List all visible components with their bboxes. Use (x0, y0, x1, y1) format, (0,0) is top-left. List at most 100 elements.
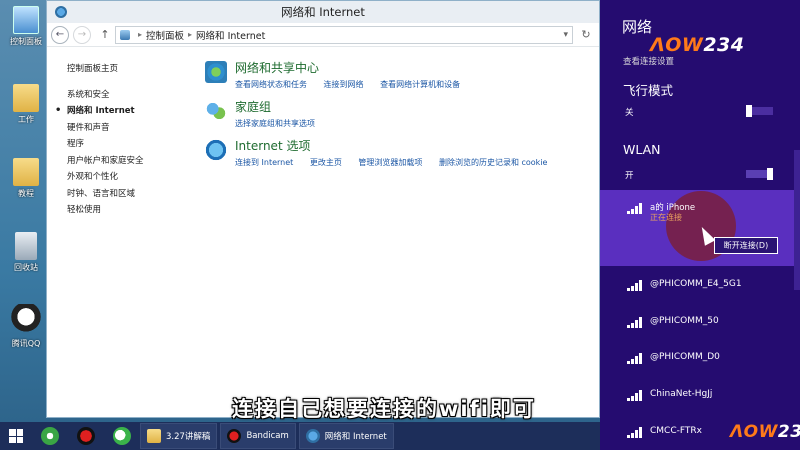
category-title[interactable]: 家庭组 (235, 98, 329, 115)
category-network-sharing: 网络和共享中心 查看网络状态和任务 连接到网络 查看网络计算机和设备 (205, 59, 599, 90)
breadcrumb-control-panel[interactable]: 控制面板 (146, 28, 184, 42)
nav-item-network[interactable]: 网络和 Internet (55, 103, 195, 120)
left-navigation: 控制面板主页 系统和安全 网络和 Internet 硬件和声音 程序 用户帐户和… (47, 47, 195, 219)
wifi-signal-icon (627, 316, 645, 328)
watermark-logo: ΛOW234 (650, 34, 745, 56)
desktop-icon-label: 腾讯QQ (11, 339, 41, 348)
network-item-selected[interactable]: a的 iPhone 正在连接 断开连接(D) (600, 190, 800, 266)
chevron-right-icon: ▸ (188, 30, 193, 39)
wifi-signal-icon (627, 352, 645, 364)
up-arrow-icon[interactable]: ↑ (99, 28, 111, 41)
category-homegroup: 家庭组 选择家庭组和共享选项 (205, 98, 599, 129)
back-button[interactable]: ← (51, 25, 69, 44)
wifi-signal-icon (627, 389, 645, 401)
record-icon (77, 427, 95, 445)
category-title[interactable]: Internet 选项 (235, 137, 561, 154)
window-title: 网络和 Internet (281, 5, 365, 19)
category-internet-options: Internet 选项 连接到 Internet 更改主页 管理浏览器加载项 删… (205, 137, 599, 168)
desktop-icon-qq[interactable]: 腾讯QQ (6, 304, 46, 349)
disconnect-button[interactable]: 断开连接(D) (714, 237, 778, 254)
desktop-icon-label: 教程 (18, 189, 34, 198)
network-list-item[interactable]: @PHICOMM_D0 (650, 352, 720, 362)
link-manage-addons[interactable]: 管理浏览器加载项 (358, 158, 422, 167)
taskbar-bandicam[interactable]: Bandicam (220, 423, 296, 449)
taskbar-folder-window[interactable]: 3.27讲解稿 (140, 423, 218, 449)
desktop-icon-tutorial-folder[interactable]: 教程 (6, 158, 46, 199)
bandicam-record-icon (227, 429, 242, 443)
folder-icon (147, 429, 161, 443)
breadcrumb-network[interactable]: 网络和 Internet (196, 28, 265, 42)
panel-scrollbar[interactable] (794, 150, 800, 290)
nav-item-appearance[interactable]: 外观和个性化 (67, 169, 195, 186)
link-view-network-computers[interactable]: 查看网络计算机和设备 (380, 80, 460, 89)
wlan-toggle[interactable] (746, 168, 773, 180)
nav-item-system-security[interactable]: 系统和安全 (67, 87, 195, 104)
taskbar-item-label: Bandicam (246, 431, 289, 441)
desktop-icon-label: 控制面板 (10, 37, 42, 46)
address-field[interactable]: ▸ 控制面板 ▸ 网络和 Internet ▾ (115, 25, 573, 44)
nav-control-panel-home[interactable]: 控制面板主页 (67, 61, 195, 78)
nav-item-ease-of-access[interactable]: 轻松使用 (67, 202, 195, 219)
control-panel-small-icon (120, 29, 130, 40)
video-subtitle: 连接自己想要连接的wifi即可 (232, 397, 536, 421)
windows-logo-icon (9, 429, 23, 443)
taskbar-record[interactable] (68, 422, 104, 450)
browser-icon (41, 427, 59, 445)
homegroup-icon (205, 100, 227, 122)
nav-item-hardware[interactable]: 硬件和声音 (67, 120, 195, 137)
network-list-item[interactable]: @PHICOMM_E4_5G1 (650, 279, 742, 289)
forward-button[interactable]: → (73, 25, 91, 44)
airplane-mode-state: 关 (625, 108, 634, 118)
airplane-mode-toggle[interactable] (746, 105, 773, 117)
taskbar-wechat[interactable] (104, 422, 140, 450)
desktop-icon-work-folder[interactable]: 工作 (6, 84, 46, 125)
panel-title: 网络 (622, 18, 653, 36)
desktop-icon-recycle-bin[interactable]: 回收站 (6, 232, 46, 273)
link-connect-internet[interactable]: 连接到 Internet (235, 158, 293, 167)
watermark-logo: ΛOW234 (730, 422, 800, 442)
network-sharing-icon (205, 61, 227, 83)
wifi-signal-icon (627, 202, 645, 214)
link-connect-to-network[interactable]: 连接到网络 (324, 80, 364, 89)
nav-item-clock-region[interactable]: 时钟、语言和区域 (67, 186, 195, 203)
view-connection-settings-link[interactable]: 查看连接设置 (623, 55, 674, 67)
link-delete-history[interactable]: 删除浏览的历史记录和 cookie (439, 158, 548, 167)
folder-icon (13, 84, 39, 112)
wechat-icon (113, 427, 131, 445)
network-globe-icon (305, 429, 320, 443)
link-view-network-status[interactable]: 查看网络状态和任务 (235, 80, 307, 89)
network-charm-panel: 网络 ΛOW234 查看连接设置 飞行模式 关 WLAN 开 a的 iPhone… (600, 0, 800, 450)
network-list-item[interactable]: ChinaNet-HgJj (650, 389, 712, 399)
network-status: 正在连接 (650, 213, 682, 222)
internet-explorer-icon (205, 139, 227, 161)
desktop-icon-label: 工作 (18, 115, 34, 124)
qq-penguin-icon (11, 304, 41, 336)
network-list-item[interactable]: @PHICOMM_50 (650, 316, 719, 326)
start-button[interactable] (0, 429, 32, 443)
taskbar: 3.27讲解稿 Bandicam 网络和 Internet (0, 422, 600, 450)
taskbar-item-label: 3.27讲解稿 (166, 432, 211, 442)
link-change-homepage[interactable]: 更改主页 (310, 158, 342, 167)
category-title[interactable]: 网络和共享中心 (235, 59, 474, 76)
wifi-signal-icon (627, 279, 645, 291)
refresh-icon[interactable]: ↻ (577, 28, 595, 41)
category-list: 网络和共享中心 查看网络状态和任务 连接到网络 查看网络计算机和设备 家庭组 选… (195, 47, 599, 219)
taskbar-item-label: 网络和 Internet (324, 432, 387, 442)
taskbar-network-window[interactable]: 网络和 Internet (298, 423, 394, 449)
nav-item-programs[interactable]: 程序 (67, 136, 195, 153)
wifi-signal-icon (627, 426, 645, 438)
link-homegroup-options[interactable]: 选择家庭组和共享选项 (235, 119, 315, 128)
chevron-down-icon[interactable]: ▾ (563, 30, 568, 40)
desktop-icon-control-panel[interactable]: 控制面板 (6, 6, 46, 47)
wlan-state: 开 (625, 171, 634, 181)
desktop-icon-label: 回收站 (14, 263, 38, 272)
folder-icon (13, 158, 39, 186)
network-list-item[interactable]: CMCC-FTRx (650, 426, 702, 436)
control-panel-icon (13, 6, 39, 34)
airplane-mode-label: 飞行模式 (623, 83, 674, 98)
taskbar-browser[interactable] (32, 422, 68, 450)
address-bar: ← → ↑ ▸ 控制面板 ▸ 网络和 Internet ▾ ↻ (47, 23, 599, 47)
chevron-right-icon: ▸ (138, 30, 143, 39)
window-titlebar[interactable]: 网络和 Internet (47, 1, 599, 23)
nav-item-user-accounts[interactable]: 用户帐户和家庭安全 (67, 153, 195, 170)
